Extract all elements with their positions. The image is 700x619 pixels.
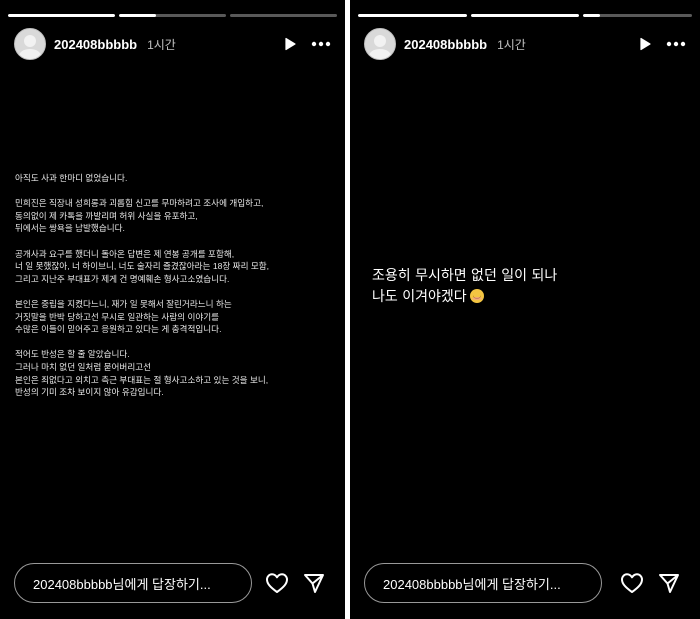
progress-segment	[8, 14, 115, 17]
story-text-line: 너 일 못했잖아, 너 하이브니, 너도 술자리 즐겼잖아라는 18장 짜리 모…	[15, 261, 270, 272]
reply-placeholder: 202408bbbbb님에게 답장하기...	[383, 576, 561, 592]
story-text-line: 조용히 무시하면 없던 일이 되나	[372, 268, 558, 284]
progress-segment	[470, 14, 580, 17]
story-footer: 202408bbbbb님에게 답장하기...	[364, 563, 686, 603]
story-viewer-left[interactable]: 202408bbbbb 1시간 아직도 사과 한마디 없었습니다. 민희진은 직장…	[0, 0, 345, 619]
play-icon[interactable]	[638, 37, 652, 51]
story-text-line: 반성의 기미 조차 보이지 않아 유감입니다.	[15, 387, 164, 398]
story-text-line	[15, 235, 335, 248]
story-text-line	[15, 285, 335, 298]
story-text-line: 민희진은 직장내 성희롱과 괴롭힘 신고를 무마하려고 조사에 개입하고,	[15, 198, 264, 209]
story-footer: 202408bbbbb님에게 답장하기...	[14, 563, 331, 603]
username[interactable]: 202408bbbbb	[54, 37, 137, 52]
story-text-line: 동의없이 제 카톡을 까발리며 허위 사실을 유포하고,	[15, 210, 198, 221]
story-progress-bar	[358, 14, 693, 17]
progress-segment	[119, 14, 226, 17]
story-text-line: 그러나 마치 없던 일처럼 묻어버리고선	[15, 361, 152, 372]
story-text-line: 적어도 반성은 할 줄 알았습니다.	[15, 349, 130, 360]
story-text-line: 거짓말을 반박 당하고선 무시로 일관하는 사람의 이야기를	[15, 311, 220, 322]
play-icon[interactable]	[283, 37, 297, 51]
progress-segment	[358, 14, 467, 17]
avatar[interactable]	[14, 28, 46, 60]
more-icon[interactable]	[666, 41, 686, 47]
relieved-face-emoji	[469, 289, 484, 303]
progress-segment	[583, 14, 693, 17]
story-text: 조용히 무시하면 없던 일이 되나 나도 이겨야겠다	[372, 266, 672, 308]
story-text-line: 본인은 죄없다고 외치고 측근 부대표는 절 형사고소하고 있는 것을 보니,	[15, 374, 269, 385]
story-text-line: 수많은 이들이 믿어주고 응원하고 있다는 게 충격적입니다.	[15, 324, 222, 335]
story-text-line: 공개사과 요구를 했더니 돌아온 답변은 제 연봉 공개를 포함해,	[15, 248, 235, 259]
heart-icon[interactable]	[265, 572, 289, 594]
reply-input[interactable]: 202408bbbbb님에게 답장하기...	[14, 563, 252, 603]
reply-placeholder: 202408bbbbb님에게 답장하기...	[33, 576, 211, 592]
username[interactable]: 202408bbbbb	[404, 37, 487, 52]
story-header: 202408bbbbb 1시간	[14, 28, 331, 60]
heart-icon[interactable]	[620, 572, 644, 594]
reply-input[interactable]: 202408bbbbb님에게 답장하기...	[364, 563, 602, 603]
story-text-line: 아직도 사과 한마디 없었습니다.	[15, 173, 128, 183]
avatar[interactable]	[364, 28, 396, 60]
story-text-line: 그리고 지난주 부대표가 제게 건 명예훼손 형사고소였습니다.	[15, 273, 230, 284]
story-header: 202408bbbbb 1시간	[364, 28, 686, 60]
story-progress-bar	[8, 14, 337, 17]
story-text: 아직도 사과 한마디 없었습니다. 민희진은 직장내 성희롱과 괴롭힘 신고를 무…	[15, 172, 335, 399]
story-text-line	[15, 336, 335, 349]
story-text-line	[15, 185, 335, 198]
story-text-line: 본인은 중립을 지켰다느니, 재가 일 못해서 잘린거라느니 하는	[15, 298, 232, 309]
post-time: 1시간	[147, 37, 176, 52]
post-time: 1시간	[497, 37, 526, 52]
send-icon[interactable]	[303, 572, 325, 594]
more-icon[interactable]	[311, 41, 331, 47]
story-text-line: 나도 이겨야겠다	[372, 287, 672, 308]
send-icon[interactable]	[658, 572, 680, 594]
story-text-line: 뒤에서는 쌍욕을 남발했습니다.	[15, 223, 125, 234]
story-viewer-right[interactable]: 202408bbbbb 1시간 조용히 무시하면 없던 일이 되나 나도 이겨야…	[350, 0, 700, 619]
progress-segment	[230, 14, 337, 17]
